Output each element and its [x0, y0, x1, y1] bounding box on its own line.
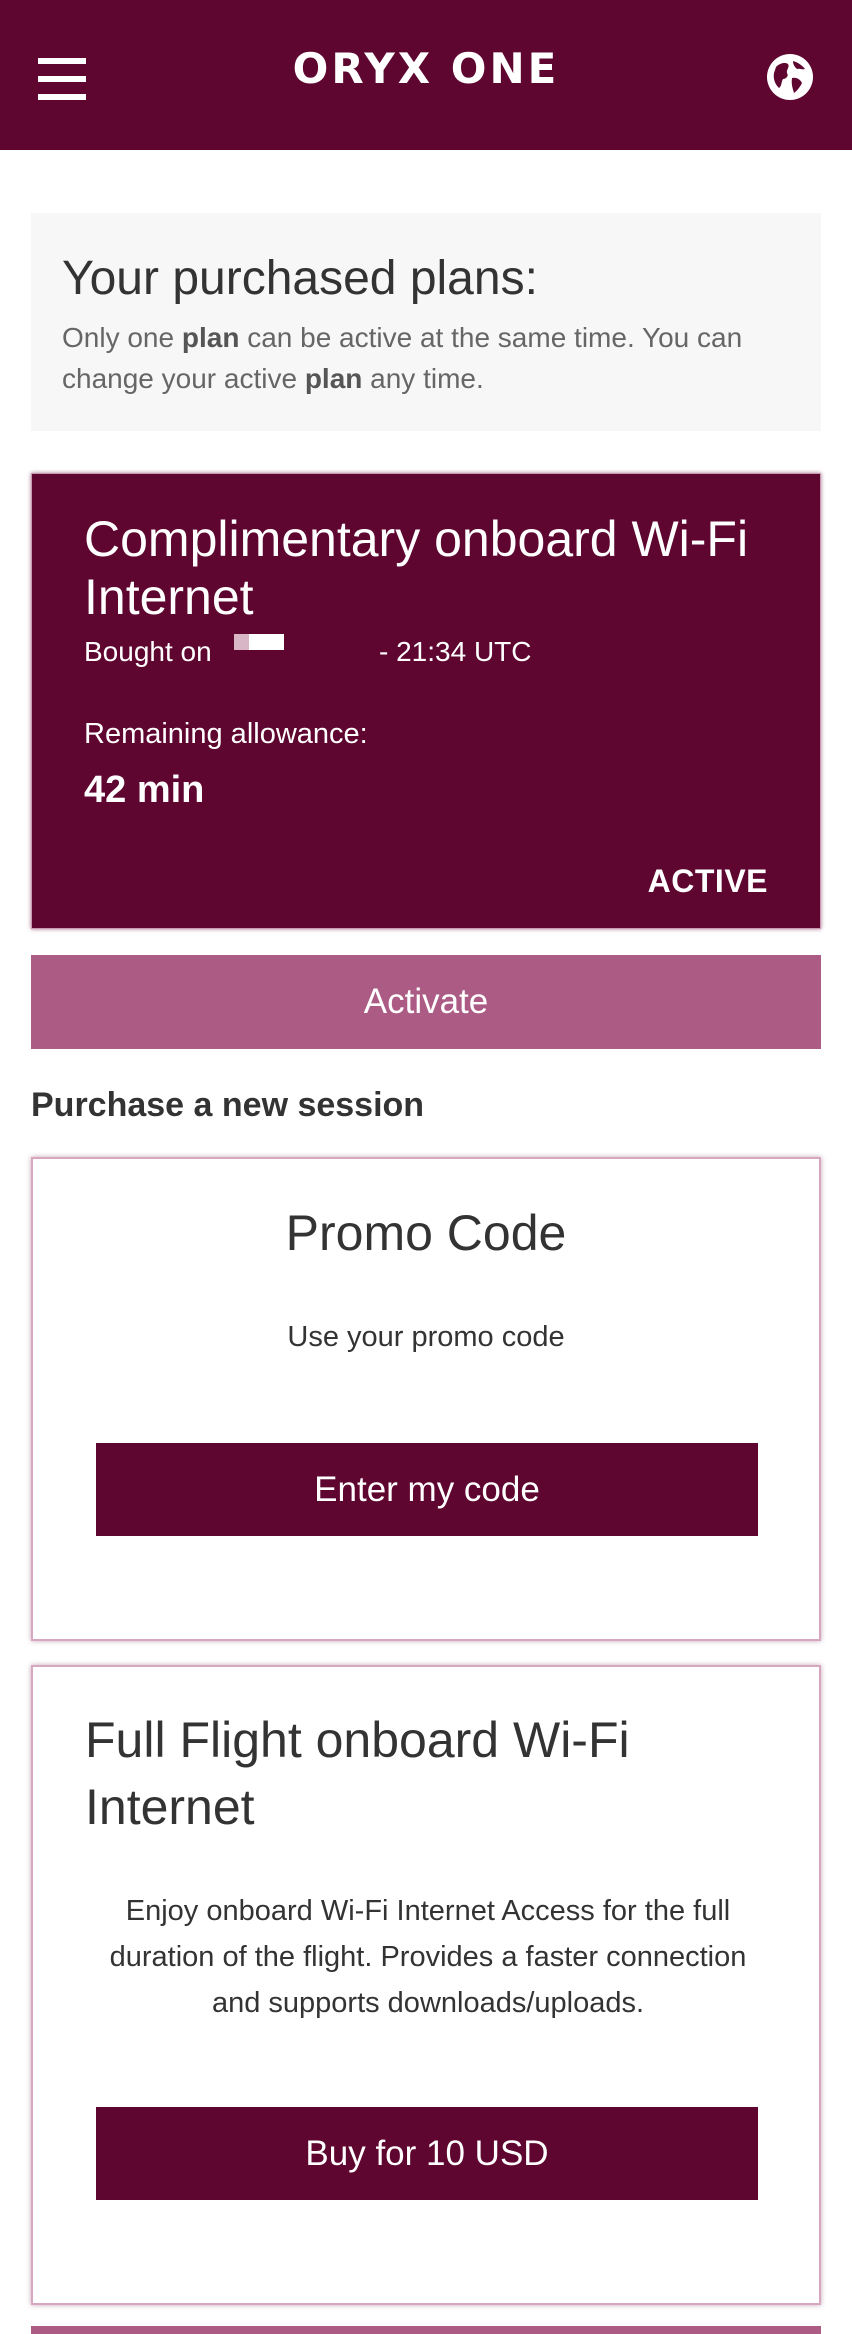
- activate-button[interactable]: Activate: [31, 955, 821, 1049]
- promo-card-description: Use your promo code: [287, 1321, 565, 1353]
- purchased-plans-title: Your purchased plans:: [62, 252, 538, 305]
- oryx-one-logo: ORYX ONE: [292, 44, 560, 93]
- purchase-section-title: Purchase a new session: [31, 1086, 425, 1124]
- remaining-allowance-value: 42 min: [84, 769, 205, 811]
- bought-on-label: Bought on: [84, 636, 212, 667]
- full-flight-card-title: Full Flight onboard Wi-Fi Internet: [85, 1712, 630, 1835]
- remaining-allowance-label: Remaining allowance:: [84, 718, 368, 750]
- bought-time: - 21:34 UTC: [379, 636, 532, 667]
- plan-status-badge: ACTIVE: [647, 863, 768, 899]
- buy-full-flight-button[interactable]: Buy for 10 USD: [96, 2107, 758, 2200]
- globe-icon[interactable]: [766, 53, 814, 101]
- next-card-edge: [31, 2326, 821, 2334]
- bought-on-row: Bought on - 21:34 UTC: [84, 634, 768, 670]
- promo-code-card: Promo Code Use your promo code Enter my …: [31, 1157, 821, 1641]
- app-header: ORYX ONE: [0, 0, 852, 150]
- active-plan-card[interactable]: Complimentary onboard Wi-Fi Internet Bou…: [31, 473, 821, 929]
- active-plan-name: Complimentary onboard Wi-Fi Internet: [84, 511, 749, 625]
- full-flight-card-description: Enjoy onboard Wi-Fi Internet Access for …: [109, 1895, 747, 2019]
- purchased-plans-intro: Your purchased plans: Only one plan can …: [31, 213, 821, 431]
- purchased-plans-description: Only one plan can be active at the same …: [62, 322, 743, 394]
- promo-card-title: Promo Code: [285, 1205, 567, 1261]
- enter-code-button[interactable]: Enter my code: [96, 1443, 758, 1536]
- full-flight-plan-card: Full Flight onboard Wi-Fi Internet Enjoy…: [31, 1665, 821, 2305]
- redacted-date: [234, 634, 284, 650]
